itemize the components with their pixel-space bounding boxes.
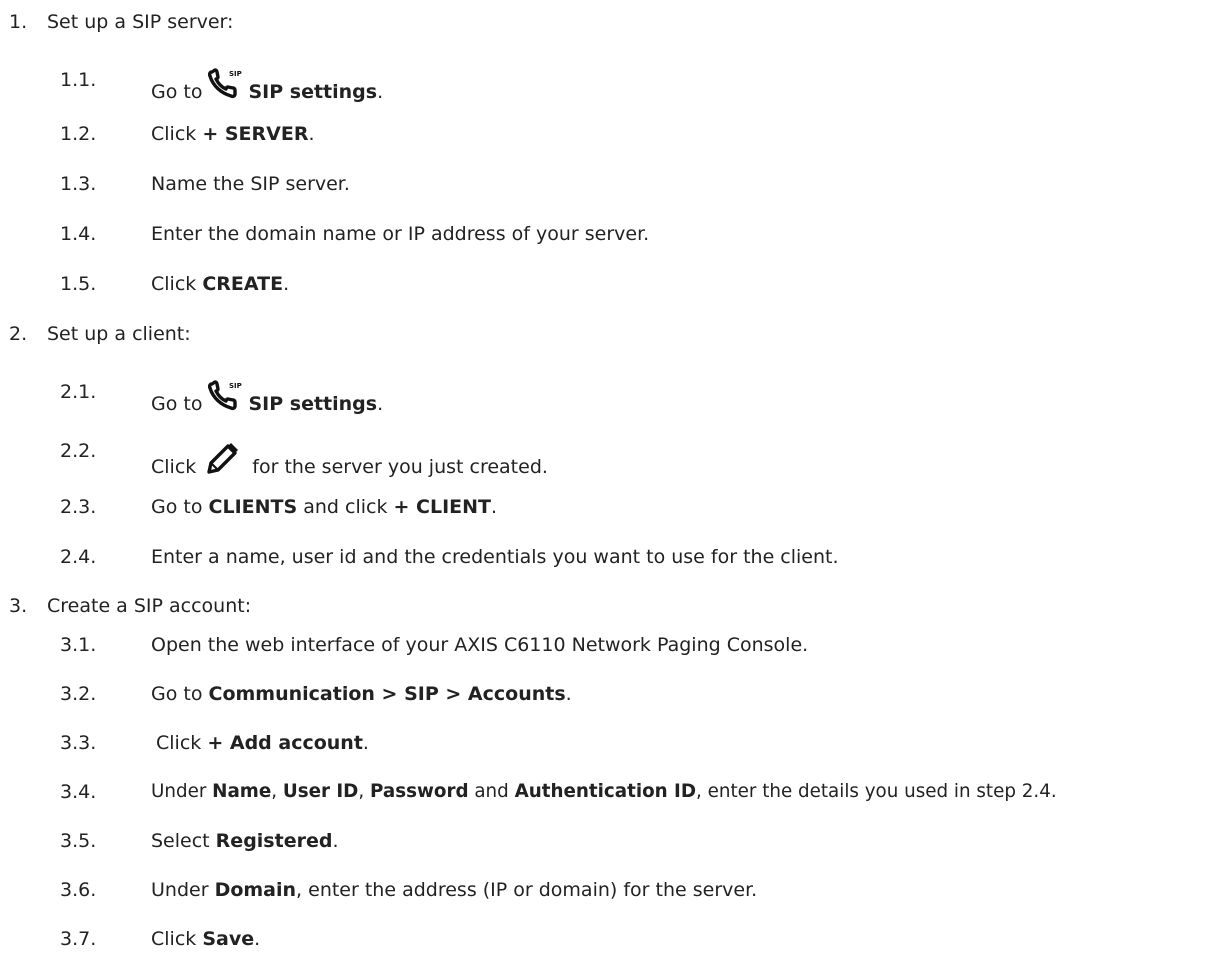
step-number: 1. <box>9 11 28 33</box>
svg-text:SIP: SIP <box>229 382 242 390</box>
substep-bold: SIP settings <box>248 81 378 103</box>
pencil-icon <box>204 441 240 477</box>
sip-phone-icon: SIP <box>208 68 244 100</box>
substep-number: 1.1. <box>60 69 97 91</box>
substep-text: Go to <box>151 81 203 103</box>
sip-phone-icon: SIP <box>208 380 244 412</box>
instruction-document: 1. Set up a SIP server: 1.1. Go to SIP S… <box>0 0 1221 954</box>
svg-text:SIP: SIP <box>229 70 242 78</box>
step-text: Set up a SIP server: <box>47 11 234 33</box>
